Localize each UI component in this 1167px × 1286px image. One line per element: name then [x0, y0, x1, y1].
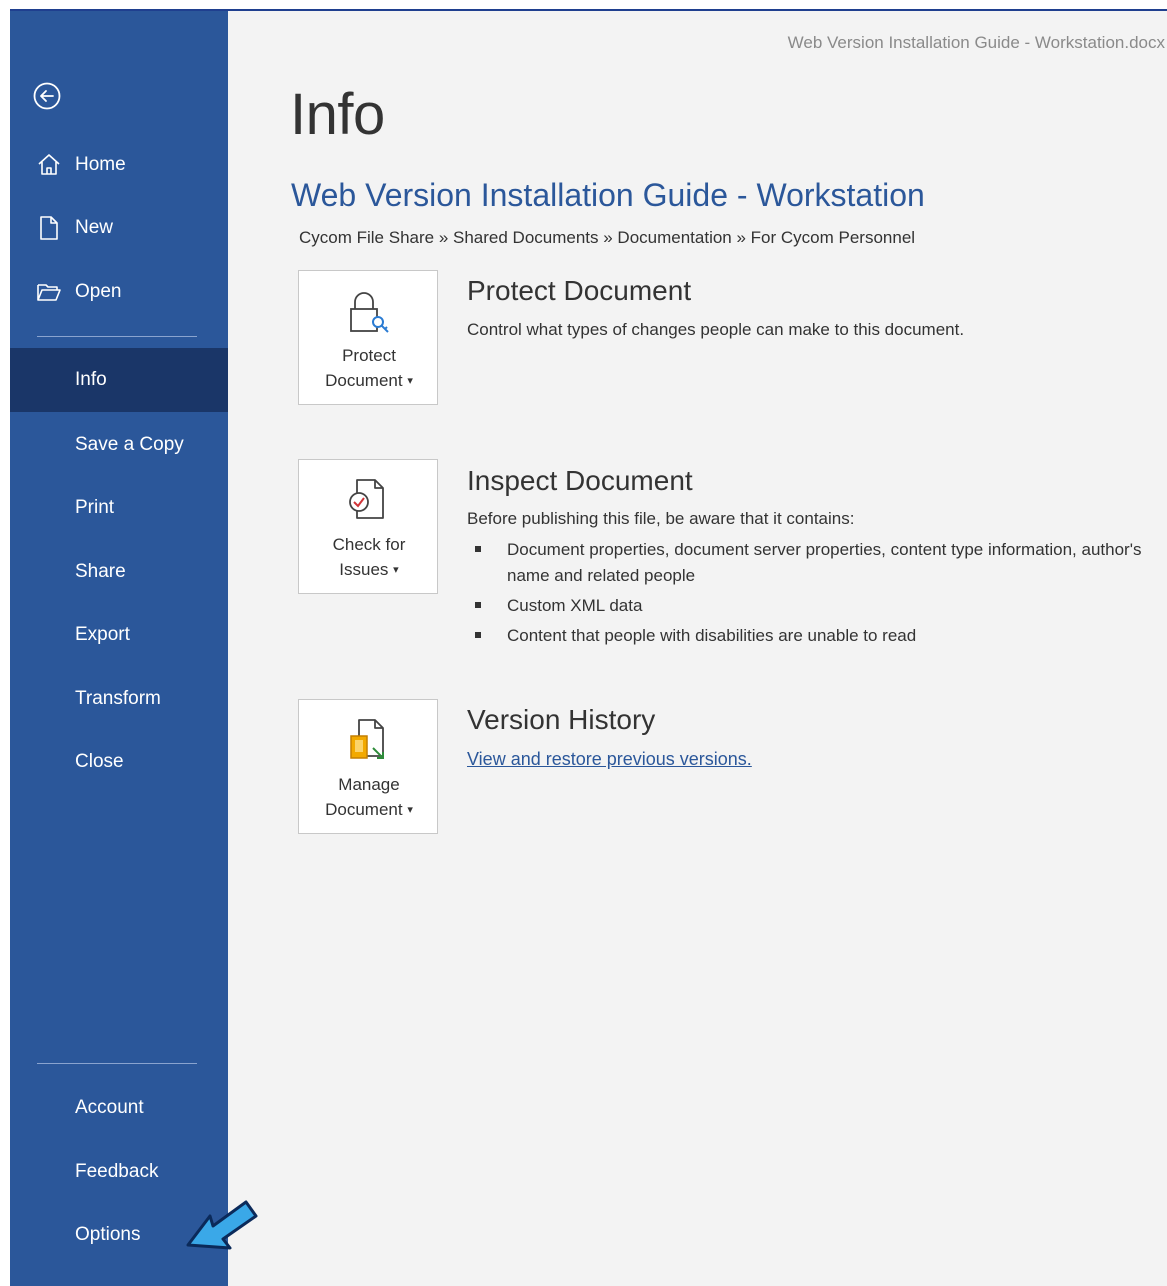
- sidebar-item-info[interactable]: Info: [10, 348, 228, 412]
- sidebar-item-label: Export: [75, 624, 130, 645]
- tile-label-text: Document: [325, 800, 403, 819]
- sidebar-item-open[interactable]: Open: [10, 269, 228, 315]
- tile-label-text: Document: [325, 371, 403, 390]
- inspect-document-description: Before publishing this file, be aware th…: [467, 509, 855, 528]
- bullet-icon: [475, 632, 481, 638]
- bullet-icon: [475, 546, 481, 552]
- bullet-icon: [475, 602, 481, 608]
- sidebar-item-label: Info: [75, 369, 107, 390]
- sidebar-item-label: Print: [75, 497, 115, 518]
- inspect-document-icon: [347, 478, 389, 524]
- list-item: Custom XML data: [467, 593, 1157, 619]
- manage-document-button[interactable]: Manage Document ▾: [298, 699, 438, 834]
- view-restore-versions-link[interactable]: View and restore previous versions.: [467, 749, 752, 770]
- sidebar-item-home[interactable]: Home: [10, 142, 228, 188]
- tile-label-line: Issues ▾: [299, 557, 439, 583]
- sidebar-item-new[interactable]: New: [10, 205, 228, 251]
- sidebar-item-account[interactable]: Account: [10, 1085, 228, 1131]
- list-item-text: Custom XML data: [507, 596, 643, 615]
- lock-key-icon: [347, 289, 389, 335]
- tile-label: Protect Document ▾: [299, 343, 439, 394]
- tile-label: Manage Document ▾: [299, 772, 439, 823]
- sidebar-item-label: Save a Copy: [75, 434, 184, 455]
- tile-label: Check for Issues ▾: [299, 532, 439, 583]
- sidebar-item-export[interactable]: Export: [10, 612, 228, 658]
- sidebar-divider: [37, 1063, 197, 1064]
- sidebar-item-feedback[interactable]: Feedback: [10, 1149, 228, 1195]
- list-item-text: Content that people with disabilities ar…: [507, 626, 917, 645]
- sidebar-item-label: Close: [75, 751, 124, 772]
- list-item: Content that people with disabilities ar…: [467, 623, 1157, 649]
- manage-document-icon: [347, 718, 389, 764]
- sidebar-item-save-a-copy[interactable]: Save a Copy: [10, 422, 228, 468]
- tile-label-line: Protect: [342, 346, 396, 365]
- callout-arrow-icon: [186, 1200, 258, 1250]
- dropdown-caret-icon: ▾: [393, 564, 399, 577]
- open-folder-icon: [36, 279, 62, 305]
- protect-document-title: Protect Document: [467, 275, 692, 306]
- sidebar-item-label: Open: [75, 281, 122, 302]
- tile-label-line: Document ▾: [299, 797, 439, 823]
- sidebar-item-label: Share: [75, 561, 126, 582]
- window-left-edge: [0, 9, 10, 1286]
- new-document-icon: [36, 215, 62, 241]
- sidebar-item-label: Transform: [75, 688, 161, 709]
- list-item-text: Document properties, document server pro…: [507, 540, 1142, 585]
- dropdown-caret-icon: ▾: [407, 804, 413, 817]
- protect-document-description: Control what types of changes people can…: [467, 320, 965, 339]
- sidebar-item-label: New: [75, 217, 114, 238]
- version-history-title: Version History: [467, 704, 656, 735]
- sidebar-item-transform[interactable]: Transform: [10, 676, 228, 722]
- sidebar-item-share[interactable]: Share: [10, 549, 228, 595]
- sidebar-divider: [37, 336, 197, 337]
- inspect-bullet-list: Document properties, document server pro…: [467, 537, 1157, 653]
- list-item: Document properties, document server pro…: [467, 537, 1157, 589]
- sidebar-item-label: Account: [75, 1097, 144, 1118]
- home-icon: [36, 152, 62, 178]
- info-pane: Web Version Installation Guide - Worksta…: [228, 11, 1167, 1286]
- sidebar-item-print[interactable]: Print: [10, 485, 228, 531]
- sidebar-item-label: Options: [75, 1224, 141, 1245]
- tile-label-line: Manage: [338, 775, 400, 794]
- back-arrow-circle-icon[interactable]: [32, 81, 62, 111]
- page-title: Info: [290, 82, 385, 147]
- window-top-edge: [0, 0, 1167, 9]
- protect-document-button[interactable]: Protect Document ▾: [298, 270, 438, 405]
- sidebar-item-close[interactable]: Close: [10, 739, 228, 785]
- sidebar-item-label: Feedback: [75, 1161, 159, 1182]
- sidebar-item-label: Home: [75, 154, 126, 175]
- window-document-title: Web Version Installation Guide - Worksta…: [787, 33, 1165, 52]
- tile-label-text: Issues: [339, 560, 389, 579]
- inspect-document-title: Inspect Document: [467, 465, 693, 496]
- breadcrumb[interactable]: Cycom File Share » Shared Documents » Do…: [299, 228, 915, 248]
- tile-label-line: Check for: [332, 535, 406, 554]
- dropdown-caret-icon: ▾: [407, 375, 413, 388]
- document-name: Web Version Installation Guide - Worksta…: [291, 177, 925, 213]
- check-for-issues-button[interactable]: Check for Issues ▾: [298, 459, 438, 594]
- backstage-sidebar: Home New Open Info Save a Copy Print Sha…: [10, 11, 228, 1286]
- tile-label-line: Document ▾: [299, 368, 439, 394]
